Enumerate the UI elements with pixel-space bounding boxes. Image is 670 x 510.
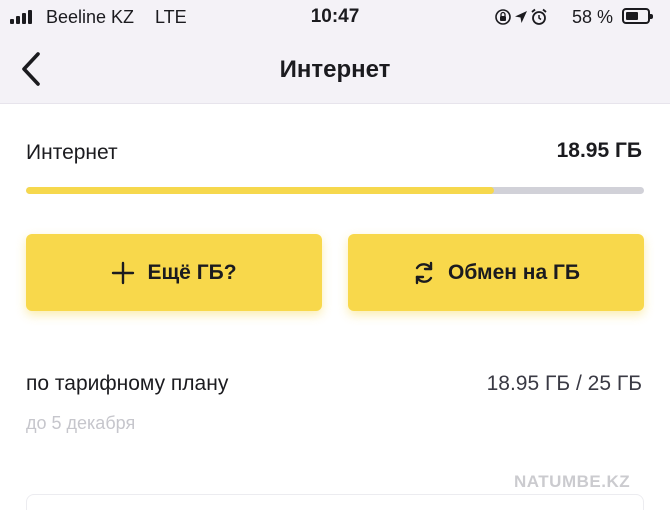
status-bar: Beeline KZ LTE 10:47 58 % bbox=[0, 0, 670, 36]
more-gb-label: Ещё ГБ? bbox=[147, 260, 237, 284]
battery-level bbox=[626, 12, 638, 20]
page-title: Интернет bbox=[279, 56, 391, 83]
nav-bar: Интернет bbox=[0, 36, 670, 104]
status-icons bbox=[492, 8, 548, 26]
exchange-gb-button[interactable]: Обмен на ГБ bbox=[348, 234, 644, 311]
plan-value: 18.95 ГБ / 25 ГБ bbox=[486, 372, 642, 395]
internet-remaining: 18.95 ГБ bbox=[556, 139, 642, 162]
location-icon bbox=[515, 11, 527, 23]
alarm-icon bbox=[531, 8, 547, 25]
watermark: NATUMBE.KZ bbox=[514, 472, 631, 491]
internet-label: Интернет bbox=[26, 141, 118, 164]
refresh-icon bbox=[415, 261, 433, 284]
exchange-gb-label: Обмен на ГБ bbox=[448, 260, 580, 284]
plus-icon bbox=[112, 261, 135, 284]
more-gb-button[interactable]: Ещё ГБ? bbox=[26, 234, 322, 311]
orientation-lock-icon bbox=[495, 9, 511, 25]
next-card bbox=[26, 494, 644, 510]
internet-progress-fill bbox=[26, 187, 495, 194]
battery-icon bbox=[622, 8, 653, 24]
plan-expiry: до 5 декабря bbox=[26, 413, 136, 433]
status-time: 10:47 bbox=[310, 6, 360, 27]
plan-label: по тарифному плану bbox=[26, 372, 229, 395]
battery-percent: 58 % bbox=[572, 7, 614, 27]
internet-progress-bar bbox=[26, 187, 644, 194]
